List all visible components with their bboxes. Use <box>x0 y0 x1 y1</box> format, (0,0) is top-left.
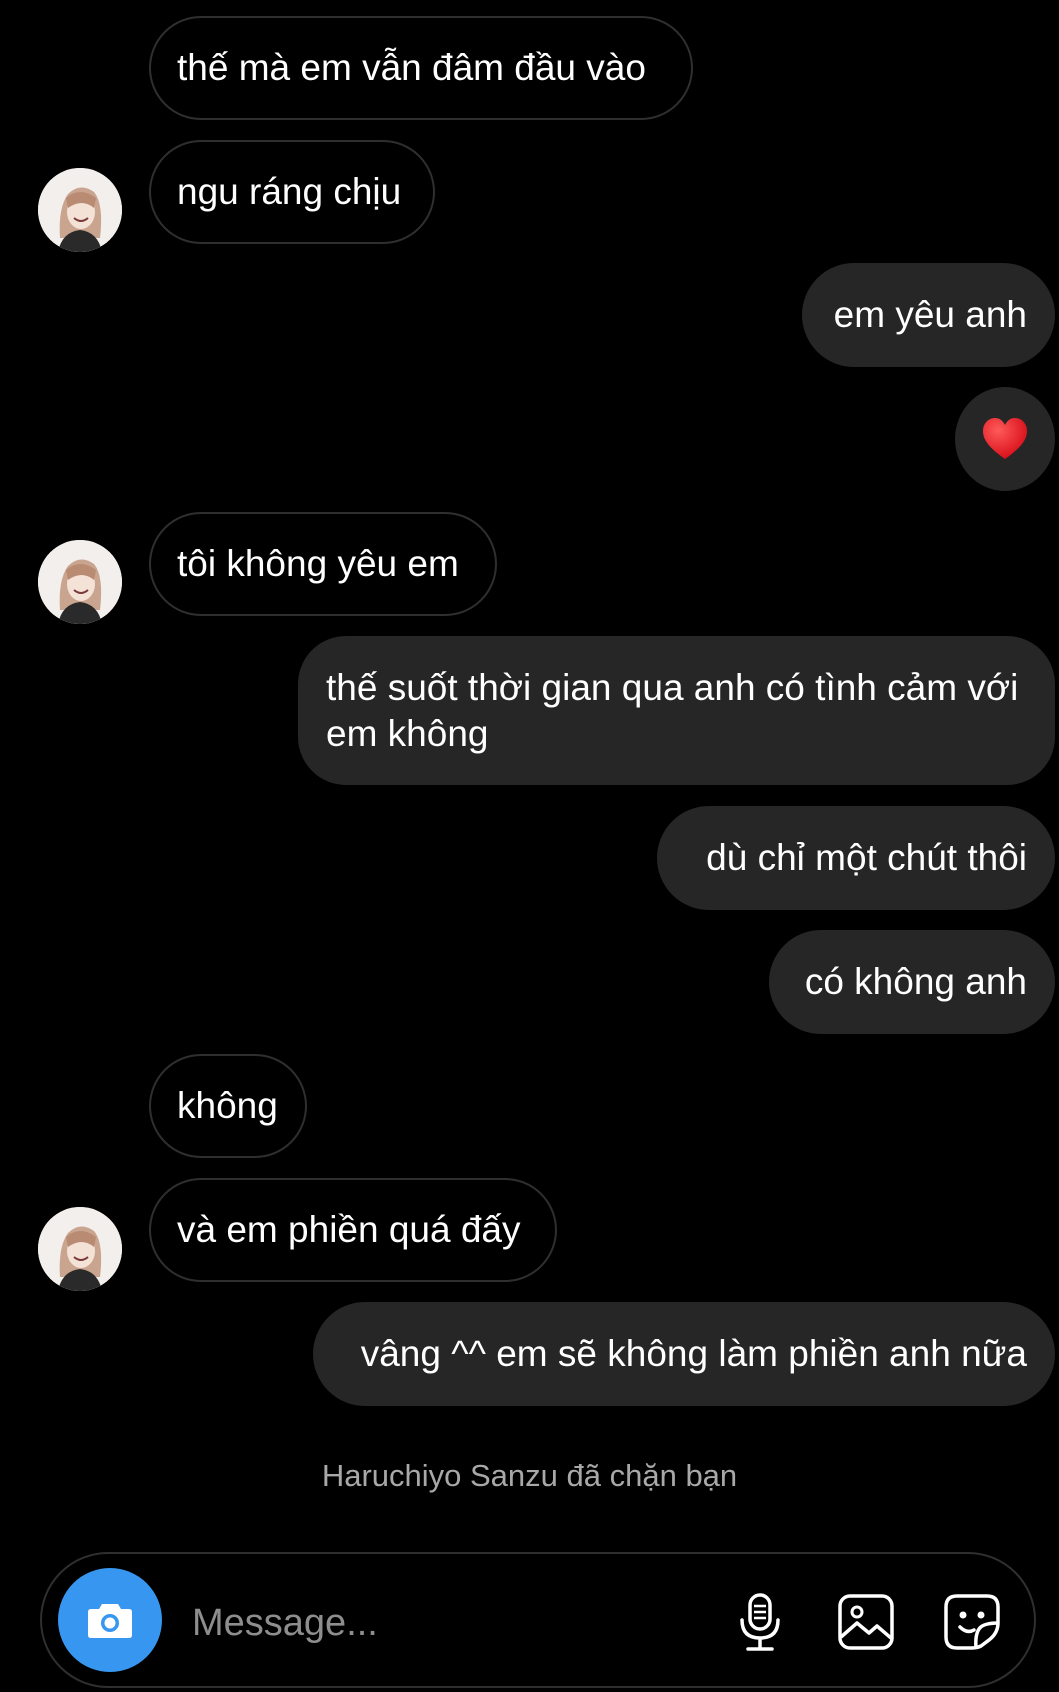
message-input[interactable] <box>190 1594 614 1652</box>
outgoing-message-bubble[interactable]: dù chỉ một chút thôi <box>657 806 1055 910</box>
avatar-image <box>38 1207 122 1291</box>
contact-avatar[interactable] <box>38 540 122 624</box>
camera-button[interactable] <box>58 1568 162 1672</box>
gallery-button[interactable] <box>834 1590 898 1654</box>
incoming-message-bubble[interactable]: ngu ráng chịu <box>149 140 435 244</box>
message-text: vâng ^^ em sẽ không làm phiền anh nữa <box>360 1333 1027 1374</box>
sticker-icon <box>944 1594 1000 1650</box>
gallery-icon <box>838 1594 894 1650</box>
outgoing-message-bubble[interactable]: vâng ^^ em sẽ không làm phiền anh nữa <box>313 1302 1055 1406</box>
message-composer <box>40 1552 1036 1688</box>
message-text: có không anh <box>804 961 1027 1002</box>
avatar-image <box>38 540 122 624</box>
sticker-button[interactable] <box>940 1590 1004 1654</box>
message-text: không <box>177 1085 278 1126</box>
blocked-notice: Haruchiyo Sanzu đã chặn bạn <box>321 1458 738 1493</box>
outgoing-heart-bubble[interactable] <box>955 387 1055 491</box>
incoming-message-bubble[interactable]: không <box>149 1054 307 1158</box>
incoming-message-bubble[interactable]: thế mà em vẫn đâm đầu vào <box>149 16 693 120</box>
avatar-image <box>38 168 122 252</box>
message-text: tôi không yêu em <box>177 543 459 584</box>
contact-avatar[interactable] <box>38 1207 122 1291</box>
microphone-button[interactable] <box>728 1590 792 1654</box>
message-text: thế suốt thời gian qua anh có tình cảm v… <box>326 666 1019 754</box>
outgoing-message-bubble[interactable]: thế suốt thời gian qua anh có tình cảm v… <box>298 636 1055 785</box>
contact-avatar[interactable] <box>38 168 122 252</box>
outgoing-message-bubble[interactable]: có không anh <box>769 930 1055 1034</box>
outgoing-message-bubble[interactable]: em yêu anh <box>802 263 1055 367</box>
message-text: em yêu anh <box>833 294 1027 335</box>
camera-icon <box>88 1604 132 1638</box>
incoming-message-bubble[interactable]: và em phiền quá đấy <box>149 1178 557 1282</box>
message-text: ngu ráng chịu <box>177 171 402 212</box>
heart-icon <box>983 418 1027 459</box>
message-text: và em phiền quá đấy <box>177 1209 521 1250</box>
message-text: thế mà em vẫn đâm đầu vào <box>177 47 646 88</box>
incoming-message-bubble[interactable]: tôi không yêu em <box>149 512 497 616</box>
microphone-icon <box>740 1593 780 1651</box>
message-text: dù chỉ một chút thôi <box>706 837 1027 878</box>
